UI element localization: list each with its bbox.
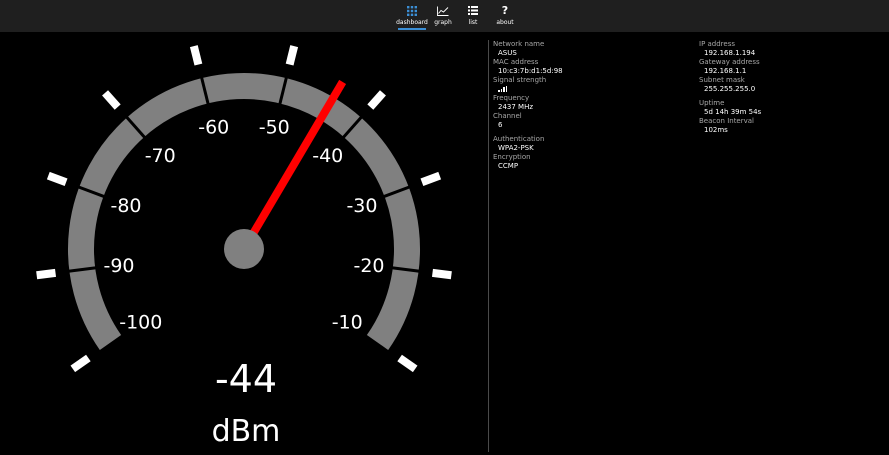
channel-value: 6	[498, 121, 503, 129]
gauge-tick-marker	[46, 171, 68, 187]
gauge-tick-label: -30	[346, 195, 377, 217]
gauge-tick-label: -10	[332, 311, 363, 333]
uptime-value: 5d 14h 39m 54s	[704, 108, 762, 116]
panel-divider	[488, 40, 489, 452]
gauge-tick-marker	[70, 354, 91, 373]
encryption-key: Encryption	[493, 153, 531, 161]
grid-icon	[405, 4, 419, 17]
mac-address-key: MAC address	[493, 58, 539, 66]
line-graph-icon	[436, 4, 450, 17]
gauge-tick-label: -20	[353, 255, 384, 277]
nav-list-label: list	[468, 19, 478, 26]
gauge-tick-marker	[367, 90, 386, 110]
nav-dashboard-label: dashboard	[396, 19, 428, 26]
gauge-tick-marker	[102, 90, 121, 110]
encryption-value: CCMP	[498, 162, 519, 170]
authentication-key: Authentication	[493, 135, 545, 143]
subnet-mask-key: Subnet mask	[699, 76, 745, 84]
gauge-tick-marker	[189, 45, 203, 66]
active-tab-indicator	[398, 28, 426, 30]
gauge-tick-marker	[397, 354, 418, 373]
signal-bars-icon	[493, 85, 507, 92]
signal-reading-unit: dBm	[211, 414, 281, 449]
list-icon	[466, 4, 480, 17]
gauge-tick-label: -40	[312, 145, 343, 167]
frequency-value: 2437 MHz	[498, 103, 534, 111]
network-name-value: ASUS	[498, 49, 517, 57]
gateway-address-value: 192.168.1.1	[704, 67, 747, 75]
question-icon: ?	[501, 4, 509, 17]
authentication-value: WPA2-PSK	[498, 144, 534, 152]
nav-about[interactable]: ? about	[494, 4, 516, 32]
network-name-key: Network name	[493, 40, 545, 48]
channel-key: Channel	[493, 112, 522, 120]
frequency-key: Frequency	[493, 94, 530, 102]
beacon-interval-value: 102ms	[704, 126, 728, 134]
beacon-interval-key: Beacon Interval	[699, 117, 754, 125]
signal-strength-key: Signal strength	[493, 76, 547, 84]
signal-reading-value: -44	[214, 357, 278, 401]
gateway-address-key: Gateway address	[699, 58, 760, 66]
uptime-key: Uptime	[699, 99, 725, 107]
subnet-mask-value: 255.255.255.0	[704, 85, 756, 93]
mac-address-value: 10:c3:7b:d1:5d:98	[498, 67, 563, 75]
nav-list[interactable]: list	[464, 4, 482, 32]
gauge-tick-label: -50	[259, 117, 290, 139]
gauge-tick-label: -80	[110, 195, 141, 217]
nav-dashboard[interactable]: dashboard	[396, 4, 428, 32]
details-right-column: IP address 192.168.1.194 Gateway address…	[699, 40, 761, 135]
details-left-column: Network name ASUS MAC address 10:c3:7b:d…	[493, 40, 563, 171]
gauge-tick-marker	[285, 45, 299, 66]
gauge-tick-marker	[431, 268, 452, 280]
gauge-needle-hub	[224, 229, 264, 269]
nav-graph-label: graph	[434, 19, 452, 26]
gauge-tick-marker	[36, 268, 57, 280]
gauge-tick-label: -100	[119, 311, 162, 333]
gauge-tick-label: -60	[198, 117, 229, 139]
ip-address-value: 192.168.1.194	[704, 49, 756, 57]
top-nav-bar: dashboard graph list ? about	[0, 0, 889, 32]
nav-about-label: about	[496, 19, 514, 26]
gauge-tick-label: -70	[145, 145, 176, 167]
gauge-tick-label: -90	[103, 255, 134, 277]
nav-graph[interactable]: graph	[432, 4, 454, 32]
gauge-tick-marker	[420, 171, 442, 187]
ip-address-key: IP address	[699, 40, 736, 48]
